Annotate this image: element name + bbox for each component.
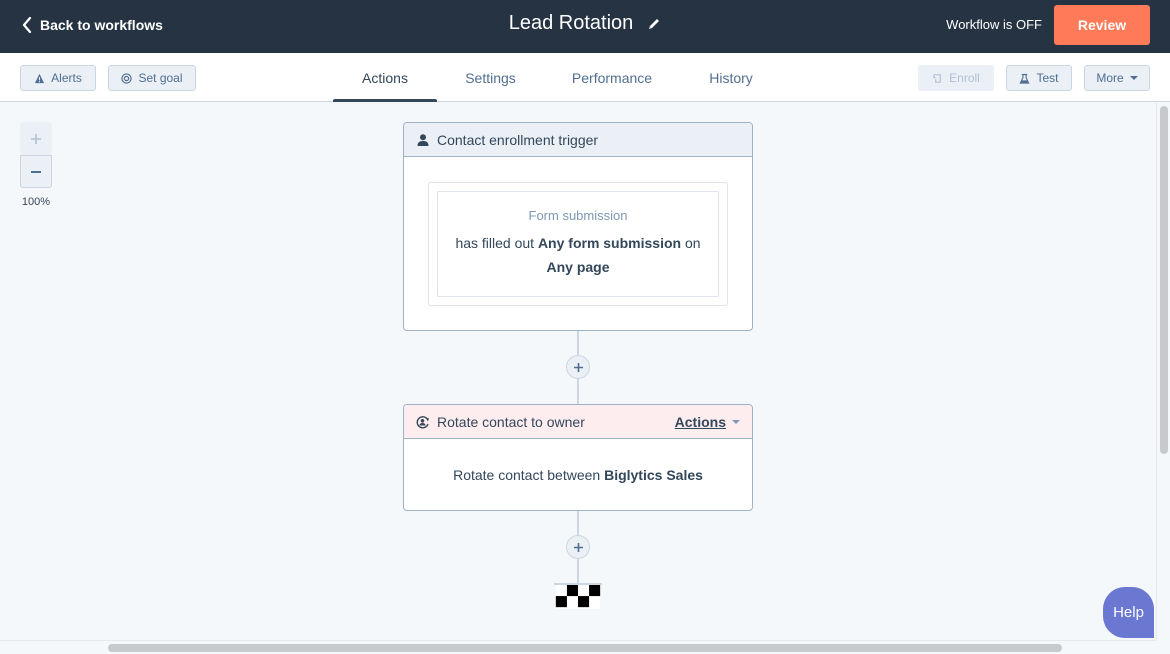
set-goal-label: Set goal — [138, 71, 183, 85]
workflow-title[interactable]: Lead Rotation — [509, 12, 634, 35]
add-action-button[interactable] — [566, 355, 590, 379]
horizontal-scrollbar-thumb[interactable] — [108, 644, 1062, 652]
tab-performance[interactable]: Performance — [544, 53, 680, 102]
filter-description: has filled out Any form submission on An… — [438, 231, 718, 279]
enroll-button[interactable]: Enroll — [918, 65, 994, 91]
filter-page-value: Any page — [546, 259, 610, 275]
tab-bar: Actions Settings Performance History — [333, 53, 782, 103]
top-header: Back to workflows Lead Rotation Workflow… — [0, 0, 1170, 53]
filter-type: Form submission — [528, 208, 628, 223]
action-card-body[interactable]: Rotate contact between Biglytics Sales — [404, 439, 752, 510]
rotate-contact-action-card[interactable]: Rotate contact to owner Actions Rotate c… — [403, 404, 753, 511]
tab-actions[interactable]: Actions — [333, 53, 437, 103]
zoom-controls: 100% — [20, 122, 52, 208]
review-button[interactable]: Review — [1054, 5, 1150, 45]
enroll-icon — [933, 73, 942, 83]
zoom-level: 100% — [21, 196, 51, 208]
rotate-owner-icon — [416, 415, 429, 428]
more-label: More — [1096, 71, 1124, 85]
help-button[interactable]: Help — [1103, 587, 1154, 638]
test-button[interactable]: Test — [1006, 65, 1072, 91]
minus-icon — [31, 170, 41, 173]
trigger-card-header: Contact enrollment trigger — [404, 123, 752, 157]
horizontal-scrollbar[interactable] — [0, 640, 1156, 654]
tab-settings[interactable]: Settings — [437, 53, 544, 102]
workflow-canvas[interactable]: 100% Contact enrollment trigger Form sub… — [0, 102, 1170, 654]
caret-down-icon — [732, 419, 740, 424]
test-label: Test — [1036, 71, 1059, 85]
trigger-card-title: Contact enrollment trigger — [437, 131, 599, 148]
enroll-label: Enroll — [949, 71, 980, 85]
finish-flag-icon — [554, 583, 602, 609]
tab-history[interactable]: History — [680, 53, 782, 102]
secondary-toolbar: Alerts Set goal Actions Settings Perform… — [0, 53, 1170, 103]
add-action-button[interactable] — [566, 535, 590, 559]
flask-icon — [1019, 73, 1030, 84]
actions-dropdown-label: Actions — [674, 413, 726, 430]
target-icon — [121, 72, 133, 84]
filter-desc-mid: on — [684, 235, 701, 251]
workflow-status: Workflow is OFF — [946, 17, 1042, 32]
pencil-icon[interactable] — [647, 17, 661, 31]
more-dropdown[interactable]: More — [1084, 65, 1150, 91]
alerts-label: Alerts — [51, 71, 82, 85]
filter-desc-prefix: has filled out — [455, 235, 535, 251]
trigger-filter[interactable]: Form submission has filled out Any form … — [437, 191, 719, 297]
caret-down-icon — [1129, 76, 1138, 80]
warning-icon — [35, 73, 45, 83]
enrollment-trigger-card[interactable]: Contact enrollment trigger Form submissi… — [403, 122, 753, 331]
action-team-value: Biglytics Sales — [604, 467, 703, 483]
set-goal-button[interactable]: Set goal — [108, 65, 196, 91]
action-card-header: Rotate contact to owner Actions — [404, 405, 752, 439]
action-body-prefix: Rotate contact between — [453, 467, 601, 483]
vertical-scrollbar[interactable] — [1156, 102, 1170, 640]
zoom-out-button[interactable] — [20, 155, 52, 188]
vertical-scrollbar-thumb[interactable] — [1160, 106, 1168, 454]
plus-icon — [573, 542, 583, 552]
filter-form-value: Any form submission — [537, 235, 682, 251]
plus-icon — [31, 133, 41, 144]
actions-dropdown[interactable]: Actions — [675, 414, 740, 430]
trigger-filter-group: Form submission has filled out Any form … — [428, 182, 728, 306]
action-card-title: Rotate contact to owner — [437, 413, 585, 430]
contact-icon — [417, 133, 429, 146]
alerts-button[interactable]: Alerts — [20, 65, 96, 91]
zoom-in-button[interactable] — [20, 122, 52, 155]
plus-icon — [573, 362, 583, 372]
